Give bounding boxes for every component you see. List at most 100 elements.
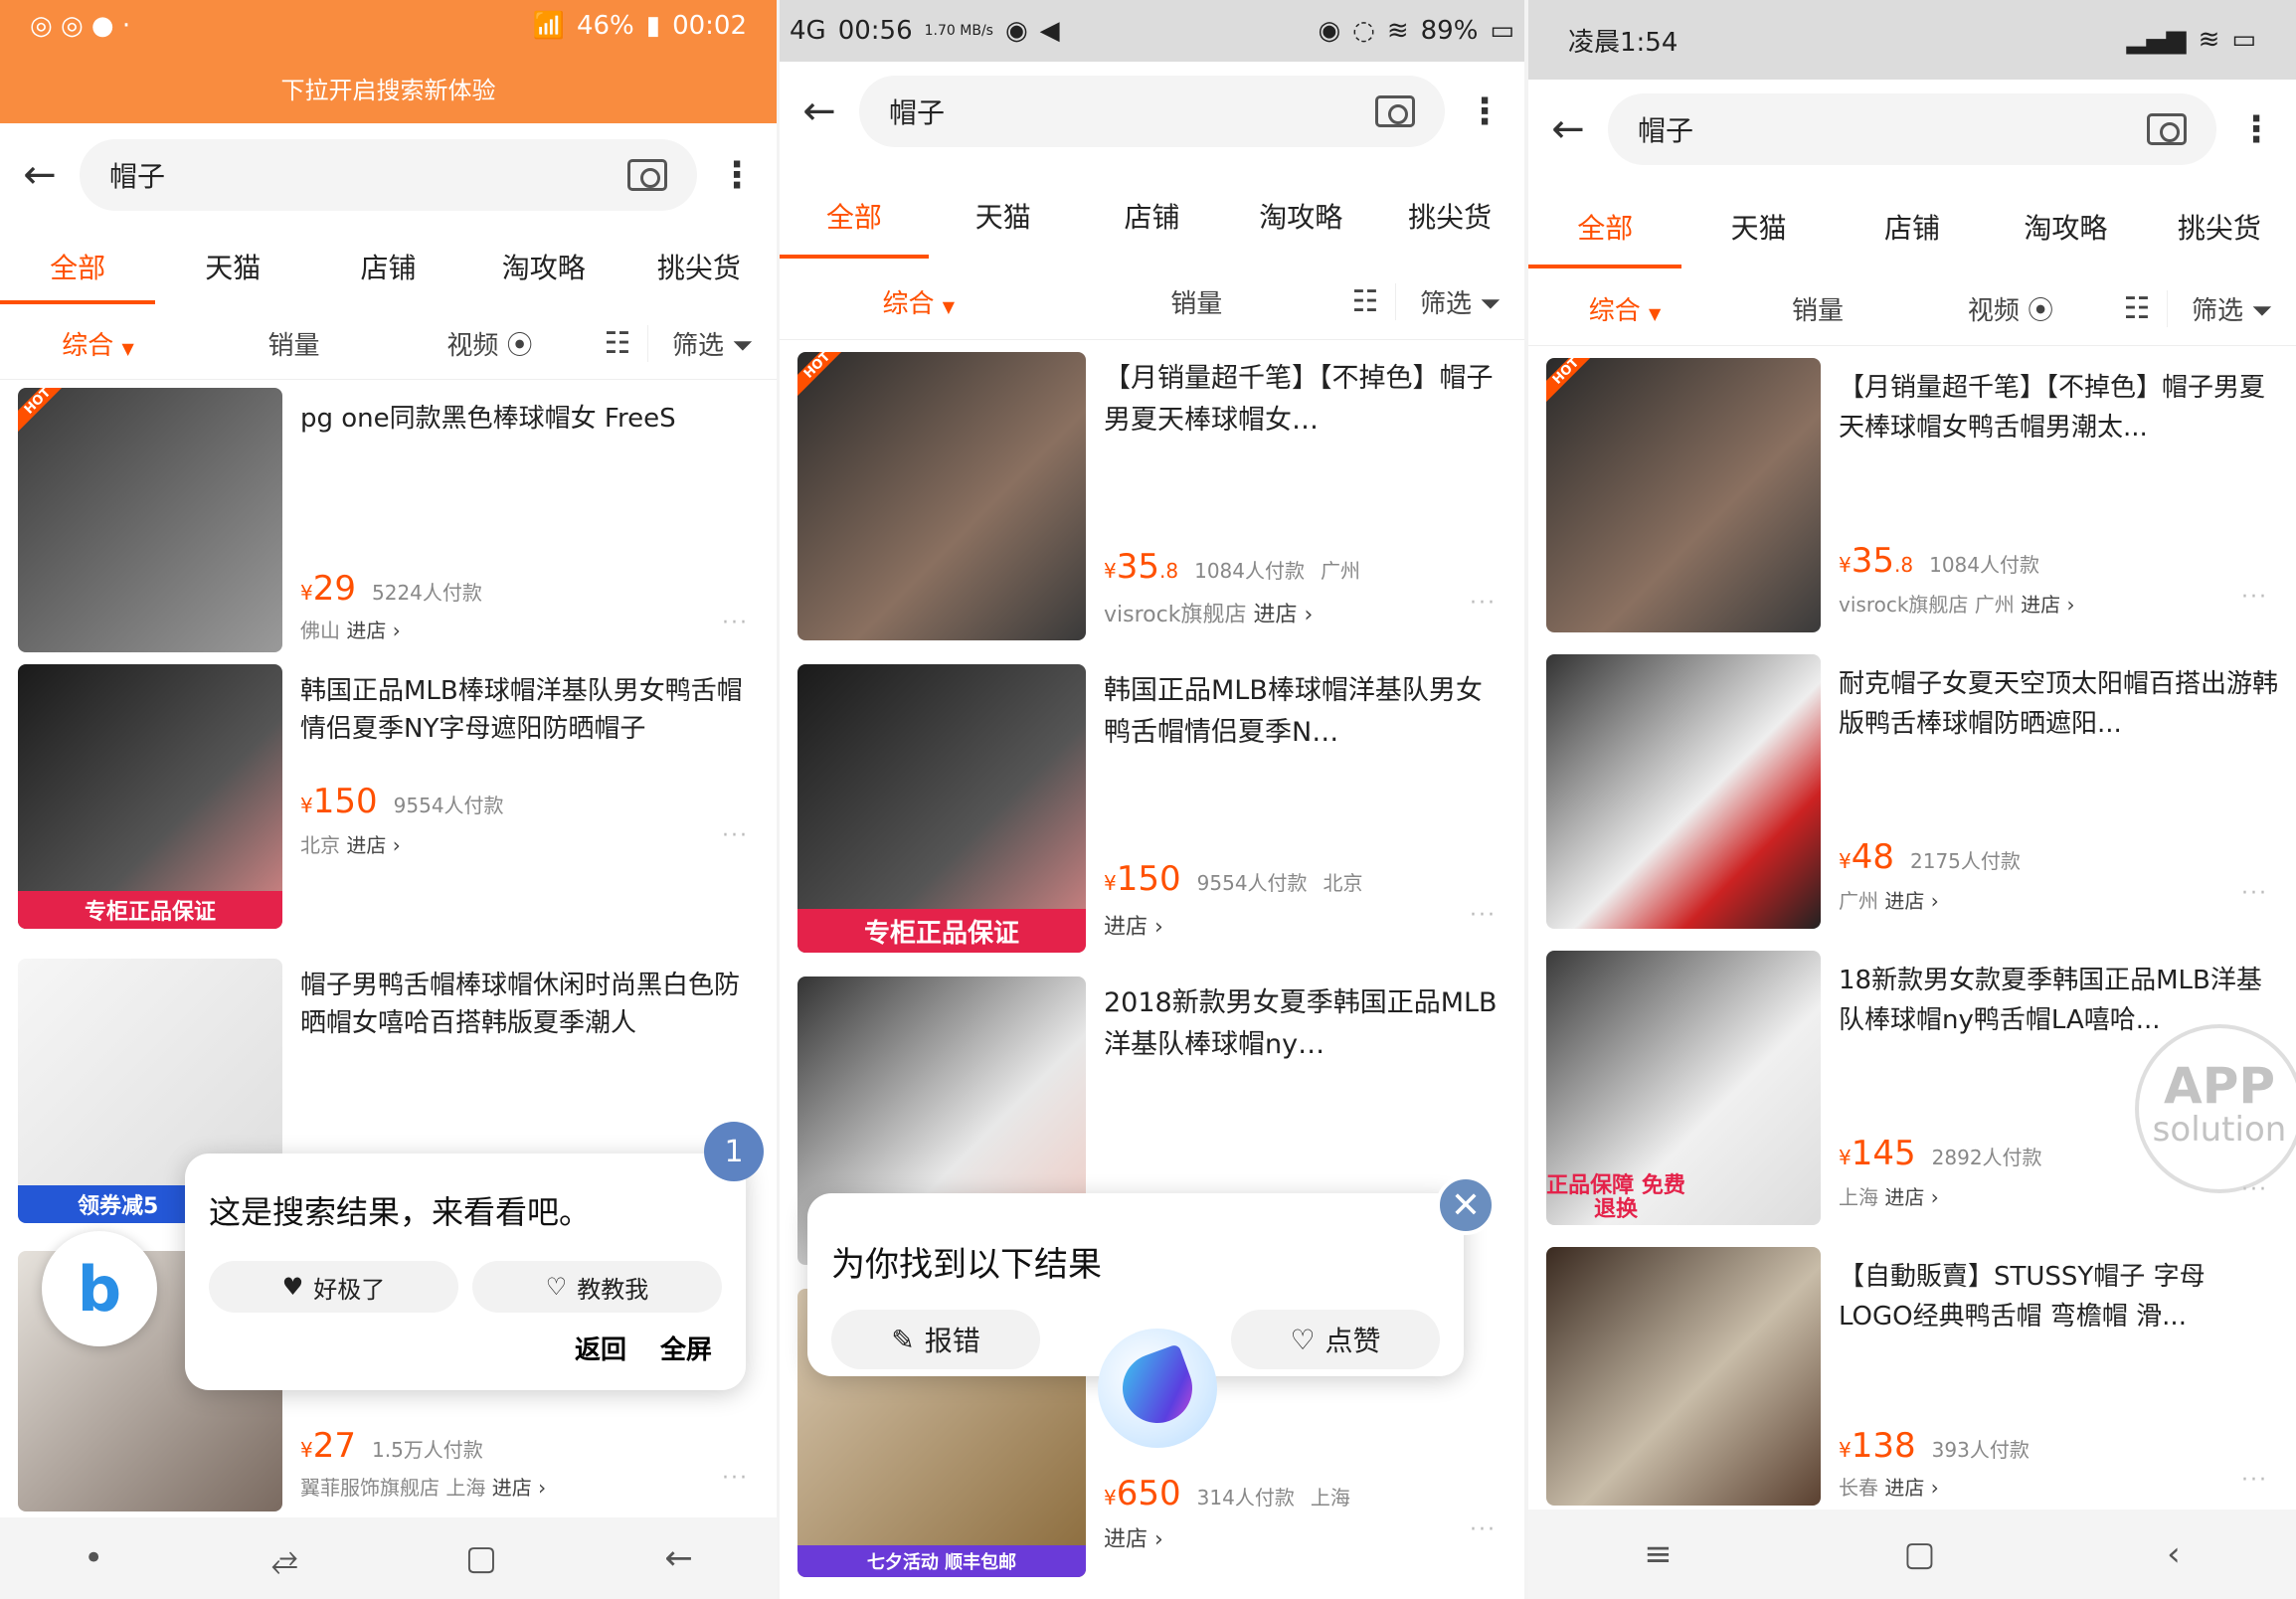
more-dots-icon[interactable]: ··· [2241,1468,2268,1493]
shop-row: 广州 进店 › [1839,885,1939,914]
product-title: 韩国正品MLB棒球帽洋基队男女鸭舌帽情侣夏季N… [1104,675,1483,748]
menu-icon[interactable]: ≡ [1644,1534,1673,1574]
fullscreen-button[interactable]: 全屏 [660,1330,712,1366]
more-dots-icon[interactable]: ··· [1470,1517,1497,1542]
more-dots-icon[interactable]: ··· [1470,591,1497,616]
like-button[interactable]: ♥ 好极了 [209,1261,458,1313]
product-title: 【月销量超千笔】【不掉色】帽子男夏天棒球帽女… [1104,363,1494,436]
close-icon[interactable]: ✕ [1436,1175,1496,1235]
filter-button[interactable]: 筛选 ⏷ [1395,283,1524,320]
tab-select[interactable]: 挑尖货 [621,229,777,304]
tab-tmall[interactable]: 天猫 [929,173,1078,259]
back-icon[interactable]: ← [664,1538,693,1578]
enter-shop-link[interactable]: 进店 › [1884,1185,1938,1209]
camera-icon[interactable] [627,159,667,191]
sort-comprehensive[interactable]: 综合 ▼ [0,325,196,362]
tab-tmall[interactable]: 天猫 [1681,185,1835,268]
price-row: ¥150 9554人付款 北京 [1104,859,1363,899]
assistant-orb-icon[interactable] [1098,1329,1217,1448]
back-button[interactable]: 返回 [575,1330,626,1366]
list-item[interactable]: HOT 【月销量超千笔】【不掉色】帽子男夏天棒球帽女鸭舌帽男潮太... ¥35.… [1528,358,2296,636]
list-layout-icon[interactable]: ☷ [1335,284,1395,319]
promo-banner: 专柜正品保证 [18,891,282,929]
search-input[interactable]: 帽子 [859,76,1445,147]
tab-guide[interactable]: 淘攻略 [466,229,621,304]
list-item[interactable]: 【自動販賣】STUSSY帽子 字母LOGO经典鸭舌帽 弯檐帽 滑... ¥138… [1528,1247,2296,1506]
more-dots-icon[interactable]: ··· [722,611,749,635]
more-dots-icon[interactable]: ··· [2241,585,2268,610]
search-input[interactable]: 帽子 [80,139,697,211]
tab-all[interactable]: 全部 [0,229,156,304]
enter-shop-link[interactable]: 进店 › [1884,889,1938,913]
sales-count: 1084人付款 [1194,559,1305,583]
tab-shop[interactable]: 店铺 [1836,185,1989,268]
tab-shop[interactable]: 店铺 [310,229,465,304]
list-layout-icon[interactable]: ☷ [2107,291,2167,326]
list-layout-icon[interactable]: ☷ [588,326,647,361]
tab-guide[interactable]: 淘攻略 [1989,185,2142,268]
heart-outline-icon: ♡ [1290,1323,1316,1356]
enter-shop-link[interactable]: 进店 › [1104,915,1163,940]
sort-sales[interactable]: 销量 [1058,283,1336,320]
more-vert-icon[interactable]: ⋮ [1445,91,1524,132]
enter-shop-link[interactable]: 进店 › [346,833,400,857]
enter-shop-link[interactable]: 进店 › [1104,1527,1163,1552]
back-icon[interactable]: ‹ [2167,1534,2181,1574]
list-item[interactable]: HOT 【月销量超千笔】【不掉色】帽子男夏天棒球帽女… ¥35.8 1084人付款… [780,352,1524,646]
enter-shop-link[interactable]: 进店 › [1884,1476,1938,1500]
price: ¥138 [1839,1426,1916,1466]
sales-count: 393人付款 [1931,1438,2030,1462]
product-image: 专柜正品保证 [18,664,282,929]
sort-video[interactable]: 视频 ⦿ [392,325,588,362]
sort-comprehensive[interactable]: 综合 ▼ [780,283,1058,320]
more-dots-icon[interactable]: ··· [1470,903,1497,928]
enter-shop-link[interactable]: 进店 › [492,1476,546,1500]
shop-location: 佛山 [300,619,340,642]
filter-button[interactable]: 筛选 ⏷ [647,325,777,362]
more-dots-icon[interactable]: ··· [2241,881,2268,906]
like-button[interactable]: ♡ 点赞 [1231,1310,1440,1369]
tab-all[interactable]: 全部 [780,173,929,259]
sort-comprehensive[interactable]: 综合 ▼ [1528,290,1721,327]
list-item[interactable]: HOT pg one同款黑色棒球帽女 FreeS ¥29 5224人付款 佛山 进… [0,388,777,652]
enter-shop-link[interactable]: 进店 › [2021,593,2074,617]
more-vert-icon[interactable]: ⋮ [2216,109,2296,150]
bixby-icon[interactable]: b [42,1231,157,1346]
list-item[interactable]: 耐克帽子女夏天空顶太阳帽百搭出游韩版鸭舌棒球帽防晒遮阳... ¥48 2175人付… [1528,654,2296,933]
camera-icon[interactable] [2147,113,2187,145]
report-button[interactable]: ✎ 报错 [831,1310,1040,1369]
more-dots-icon[interactable]: ··· [722,1466,749,1491]
home-icon[interactable]: ▢ [1903,1534,1935,1574]
tab-select[interactable]: 挑尖货 [2143,185,2296,268]
tab-tmall[interactable]: 天猫 [155,229,310,304]
tab-select[interactable]: 挑尖货 [1375,173,1524,259]
list-item[interactable]: 专柜正品保证 韩国正品MLB棒球帽洋基队男女鸭舌帽情侣夏季NY字母遮阳防晒帽子 … [0,664,777,949]
recents-icon[interactable]: ⥄ [270,1538,297,1578]
back-arrow-icon[interactable]: ← [780,89,859,134]
more-vert-icon[interactable]: ⋮ [697,155,777,196]
filter-button[interactable]: 筛选 ⏷ [2167,290,2296,327]
shop-name: visrock旗舰店 [1104,603,1247,627]
home-icon[interactable]: ▢ [465,1538,497,1578]
enter-shop-link[interactable]: 进店 › [1253,603,1313,627]
dot-icon[interactable]: • [84,1538,103,1578]
tab-all[interactable]: 全部 [1528,185,1682,268]
list-item[interactable]: 专柜正品保证 韩国正品MLB棒球帽洋基队男女鸭舌帽情侣夏季N… ¥150 9554… [780,664,1524,959]
teach-button[interactable]: ♡ 教教我 [472,1261,722,1313]
more-dots-icon[interactable]: ··· [722,823,749,848]
tab-guide[interactable]: 淘攻略 [1226,173,1375,259]
back-arrow-icon[interactable]: ← [1528,106,1608,152]
assistant-card: 这是搜索结果，来看看吧。 ♥ 好极了 ♡ 教教我 返回 全屏 [185,1154,746,1390]
location: 上海 [1310,1486,1350,1510]
back-arrow-icon[interactable]: ← [0,152,80,198]
tab-shop[interactable]: 店铺 [1078,173,1227,259]
sort-sales[interactable]: 销量 [1721,290,1914,327]
search-input[interactable]: 帽子 [1608,93,2216,165]
camera-icon[interactable] [1375,95,1415,127]
pulldown-banner[interactable]: 下拉开启搜索新体验 [0,52,777,123]
price: ¥650 [1104,1474,1181,1513]
net-speed: 1.70 MB/s [924,23,993,39]
sort-sales[interactable]: 销量 [196,325,392,362]
sort-video[interactable]: 视频 ⦿ [1914,290,2107,327]
enter-shop-link[interactable]: 进店 › [346,619,400,642]
